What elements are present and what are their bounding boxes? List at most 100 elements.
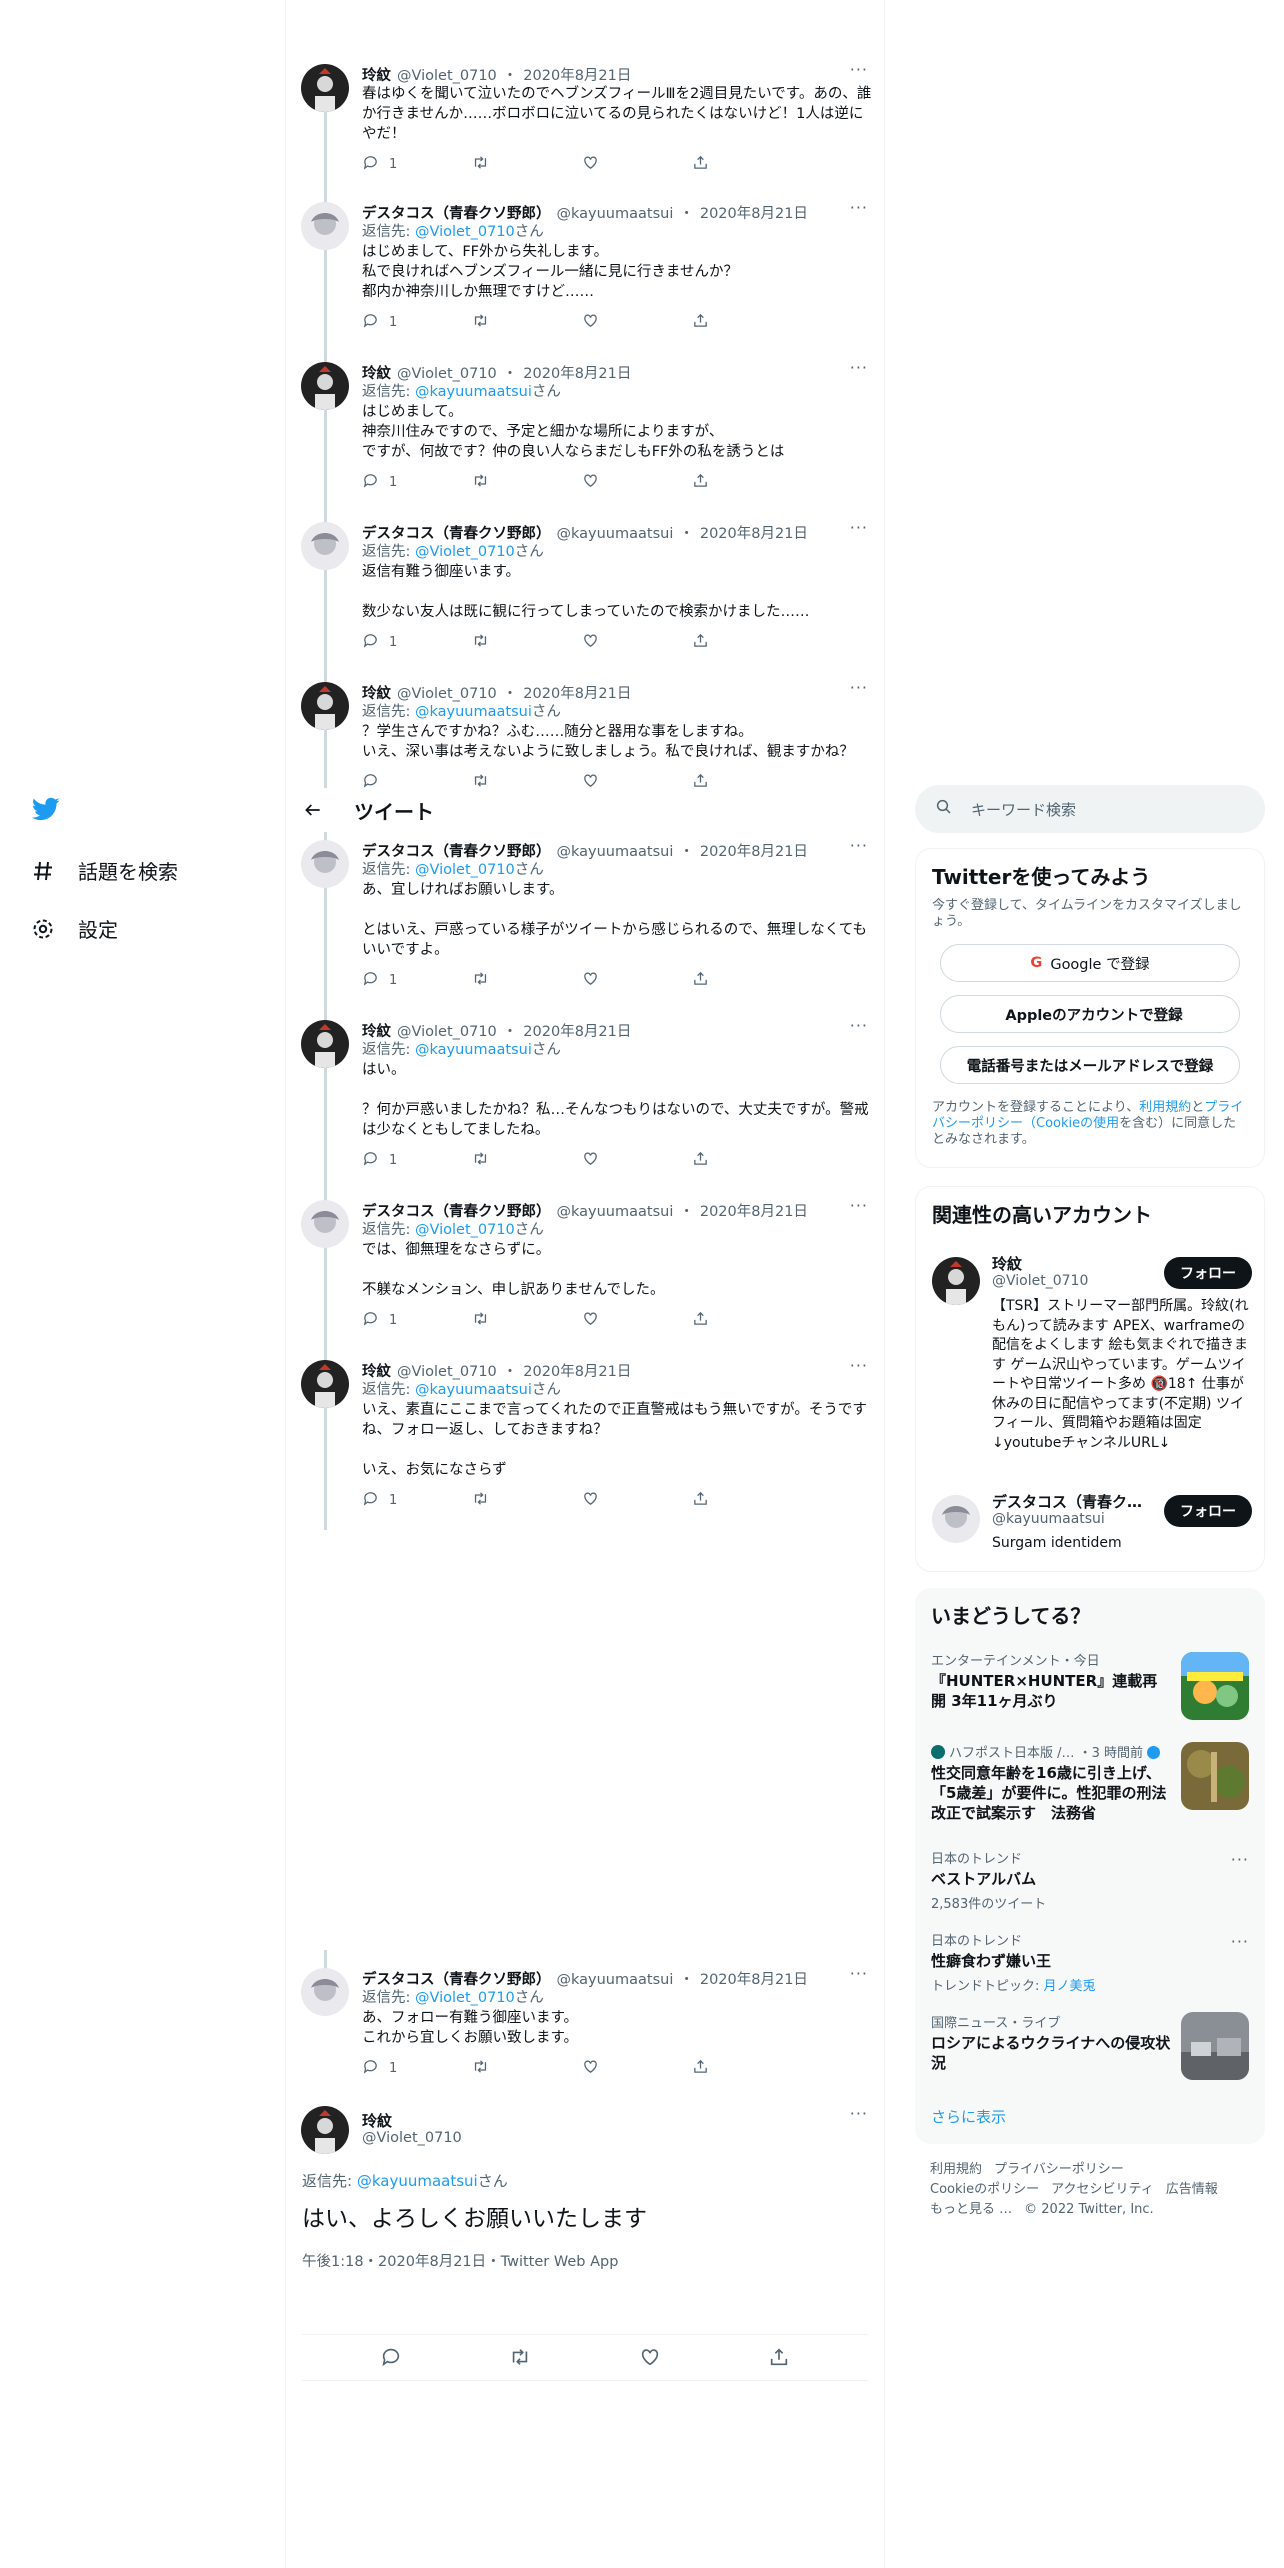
author-name[interactable]: デスタコス（青春クソ野郎） bbox=[362, 1200, 551, 1221]
author-name[interactable]: 玲紋 bbox=[362, 2110, 392, 2131]
search-box[interactable]: キーワード検索 bbox=[915, 785, 1265, 833]
reply-to-link[interactable]: @Violet_0710 bbox=[415, 862, 515, 878]
tweet-date[interactable]: 2020年8月21日 bbox=[700, 1968, 808, 1989]
twitter-logo-icon[interactable] bbox=[30, 795, 66, 825]
author-handle[interactable]: @kayuumaatsui bbox=[557, 844, 674, 860]
avatar[interactable] bbox=[301, 2106, 349, 2154]
nav-explore[interactable]: 話題を検索 bbox=[30, 856, 178, 885]
author-handle[interactable]: @kayuumaatsui bbox=[557, 1972, 674, 1988]
retweet-button[interactable] bbox=[472, 1310, 582, 1331]
more-icon[interactable]: ··· bbox=[850, 358, 868, 377]
show-more-link[interactable]: さらに表示 bbox=[931, 2106, 1006, 2127]
author-name[interactable]: デスタコス（青春クソ野郎） bbox=[362, 840, 551, 861]
trend-item[interactable]: 日本のトレンド 性癖食わず嫌い王 トレンドトピック: 月ノ美兎 ··· bbox=[915, 1930, 1265, 2000]
google-signup-button[interactable]: G Google で登録 bbox=[940, 944, 1240, 982]
retweet-button[interactable] bbox=[472, 154, 582, 175]
reply-to-link[interactable]: @Violet_0710 bbox=[415, 224, 515, 240]
share-button[interactable] bbox=[692, 632, 802, 653]
reply-button[interactable]: 1 bbox=[362, 1150, 472, 1171]
author-handle[interactable]: @Violet_0710 bbox=[397, 68, 497, 84]
trend-item[interactable]: 国際ニュース・ライブ ロシアによるウクライナへの侵攻状況 bbox=[915, 2012, 1265, 2082]
like-button[interactable] bbox=[582, 472, 692, 493]
reply-to-link[interactable]: @Violet_0710 bbox=[415, 1990, 515, 2006]
reply-to-link[interactable]: @kayuumaatsui bbox=[357, 2172, 478, 2190]
avatar[interactable] bbox=[301, 202, 349, 250]
share-button[interactable] bbox=[692, 312, 802, 333]
share-button[interactable] bbox=[692, 154, 802, 175]
footer-link[interactable]: 利用規約 bbox=[930, 2162, 982, 2177]
reply-to-link[interactable]: @kayuumaatsui bbox=[415, 384, 532, 400]
retweet-button[interactable] bbox=[472, 970, 582, 991]
tweet-date[interactable]: 2020年8月21日 bbox=[523, 362, 631, 383]
reply-to-link[interactable]: @Violet_0710 bbox=[415, 1222, 515, 1238]
reply-to-link[interactable]: @Violet_0710 bbox=[415, 544, 515, 560]
avatar[interactable] bbox=[301, 1200, 349, 1248]
author-name[interactable]: 玲紋 bbox=[362, 362, 391, 383]
trend-item[interactable]: ハフポスト日本版 /… ・3 時間前 性交同意年齢を16歳に引き上げ、「5歳差」… bbox=[915, 1742, 1265, 1832]
like-button[interactable] bbox=[582, 1150, 692, 1171]
avatar[interactable] bbox=[301, 362, 349, 410]
share-button[interactable] bbox=[692, 1310, 802, 1331]
tweet-date[interactable]: 2020年8月21日 bbox=[523, 1020, 631, 1041]
reply-icon[interactable] bbox=[380, 2346, 402, 2372]
reply-button[interactable]: 1 bbox=[362, 632, 472, 653]
author-handle[interactable]: @Violet_0710 bbox=[397, 1024, 497, 1040]
tweet-date[interactable]: 2020年8月21日 bbox=[700, 202, 808, 223]
more-icon[interactable]: ··· bbox=[850, 198, 868, 217]
footer-link[interactable]: 広告情報 bbox=[1166, 2182, 1218, 2197]
share-button[interactable] bbox=[692, 2058, 802, 2079]
avatar[interactable] bbox=[301, 682, 349, 730]
like-icon[interactable] bbox=[639, 2346, 661, 2372]
tweet-date[interactable]: 2020年8月21日 bbox=[700, 840, 808, 861]
footer-link[interactable]: プライバシーポリシー bbox=[994, 2162, 1124, 2177]
tweet-timestamp[interactable]: 午後1:18・2020年8月21日・Twitter Web App bbox=[302, 2250, 618, 2271]
nav-settings[interactable]: 設定 bbox=[30, 914, 118, 943]
more-icon[interactable]: ··· bbox=[1231, 1932, 1249, 1951]
reply-button[interactable]: 1 bbox=[362, 312, 472, 333]
like-button[interactable] bbox=[582, 154, 692, 175]
reply-to-link[interactable]: @kayuumaatsui bbox=[415, 704, 532, 720]
more-icon[interactable]: ··· bbox=[850, 1196, 868, 1215]
author-handle[interactable]: @kayuumaatsui bbox=[557, 1204, 674, 1220]
retweet-button[interactable] bbox=[472, 1150, 582, 1171]
author-name[interactable]: 玲紋 bbox=[362, 1360, 391, 1381]
more-icon[interactable]: ··· bbox=[1231, 1850, 1249, 1869]
back-arrow-icon[interactable] bbox=[300, 797, 326, 823]
reply-button[interactable]: 1 bbox=[362, 2058, 472, 2079]
follow-button[interactable]: フォロー bbox=[1164, 1257, 1252, 1289]
author-name[interactable]: 玲紋 bbox=[362, 1020, 391, 1041]
tweet-date[interactable]: 2020年8月21日 bbox=[700, 522, 808, 543]
more-icon[interactable]: ··· bbox=[850, 60, 868, 79]
author-name[interactable]: デスタコス（青春クソ野郎） bbox=[362, 1968, 551, 1989]
like-button[interactable] bbox=[582, 632, 692, 653]
share-button[interactable] bbox=[692, 472, 802, 493]
more-icon[interactable]: ··· bbox=[850, 836, 868, 855]
footer-link[interactable]: Cookieのポリシー bbox=[930, 2182, 1039, 2197]
author-handle[interactable]: @kayuumaatsui bbox=[557, 526, 674, 542]
author-name[interactable]: デスタコス（青春クソ野郎） bbox=[362, 522, 551, 543]
trend-item[interactable]: 日本のトレンド ベストアルバム 2,583件のツイート ··· bbox=[915, 1848, 1265, 1918]
author-handle[interactable]: @Violet_0710 bbox=[397, 366, 497, 382]
more-icon[interactable]: ··· bbox=[850, 1016, 868, 1035]
retweet-button[interactable] bbox=[472, 472, 582, 493]
author-name[interactable]: 玲紋 bbox=[362, 64, 391, 85]
footer-link[interactable]: もっと見る … bbox=[930, 2202, 1012, 2217]
reply-button[interactable]: 1 bbox=[362, 1490, 472, 1511]
like-button[interactable] bbox=[582, 1310, 692, 1331]
avatar[interactable] bbox=[301, 522, 349, 570]
like-button[interactable] bbox=[582, 1490, 692, 1511]
retweet-button[interactable] bbox=[472, 312, 582, 333]
avatar[interactable] bbox=[301, 1968, 349, 2016]
tweet-date[interactable]: 2020年8月21日 bbox=[523, 64, 631, 85]
more-icon[interactable]: ··· bbox=[850, 1356, 868, 1375]
footer-link[interactable]: アクセシビリティ bbox=[1051, 2182, 1154, 2197]
reply-to-link[interactable]: @kayuumaatsui bbox=[415, 1382, 532, 1398]
share-button[interactable] bbox=[692, 970, 802, 991]
avatar[interactable] bbox=[932, 1257, 980, 1305]
avatar[interactable] bbox=[301, 1020, 349, 1068]
avatar[interactable] bbox=[932, 1495, 980, 1543]
tweet-date[interactable]: 2020年8月21日 bbox=[523, 1360, 631, 1381]
apple-signup-button[interactable]: Appleのアカウントで登録 bbox=[940, 995, 1240, 1033]
retweet-button[interactable] bbox=[472, 2058, 582, 2079]
author-handle[interactable]: @Violet_0710 bbox=[362, 2130, 462, 2146]
